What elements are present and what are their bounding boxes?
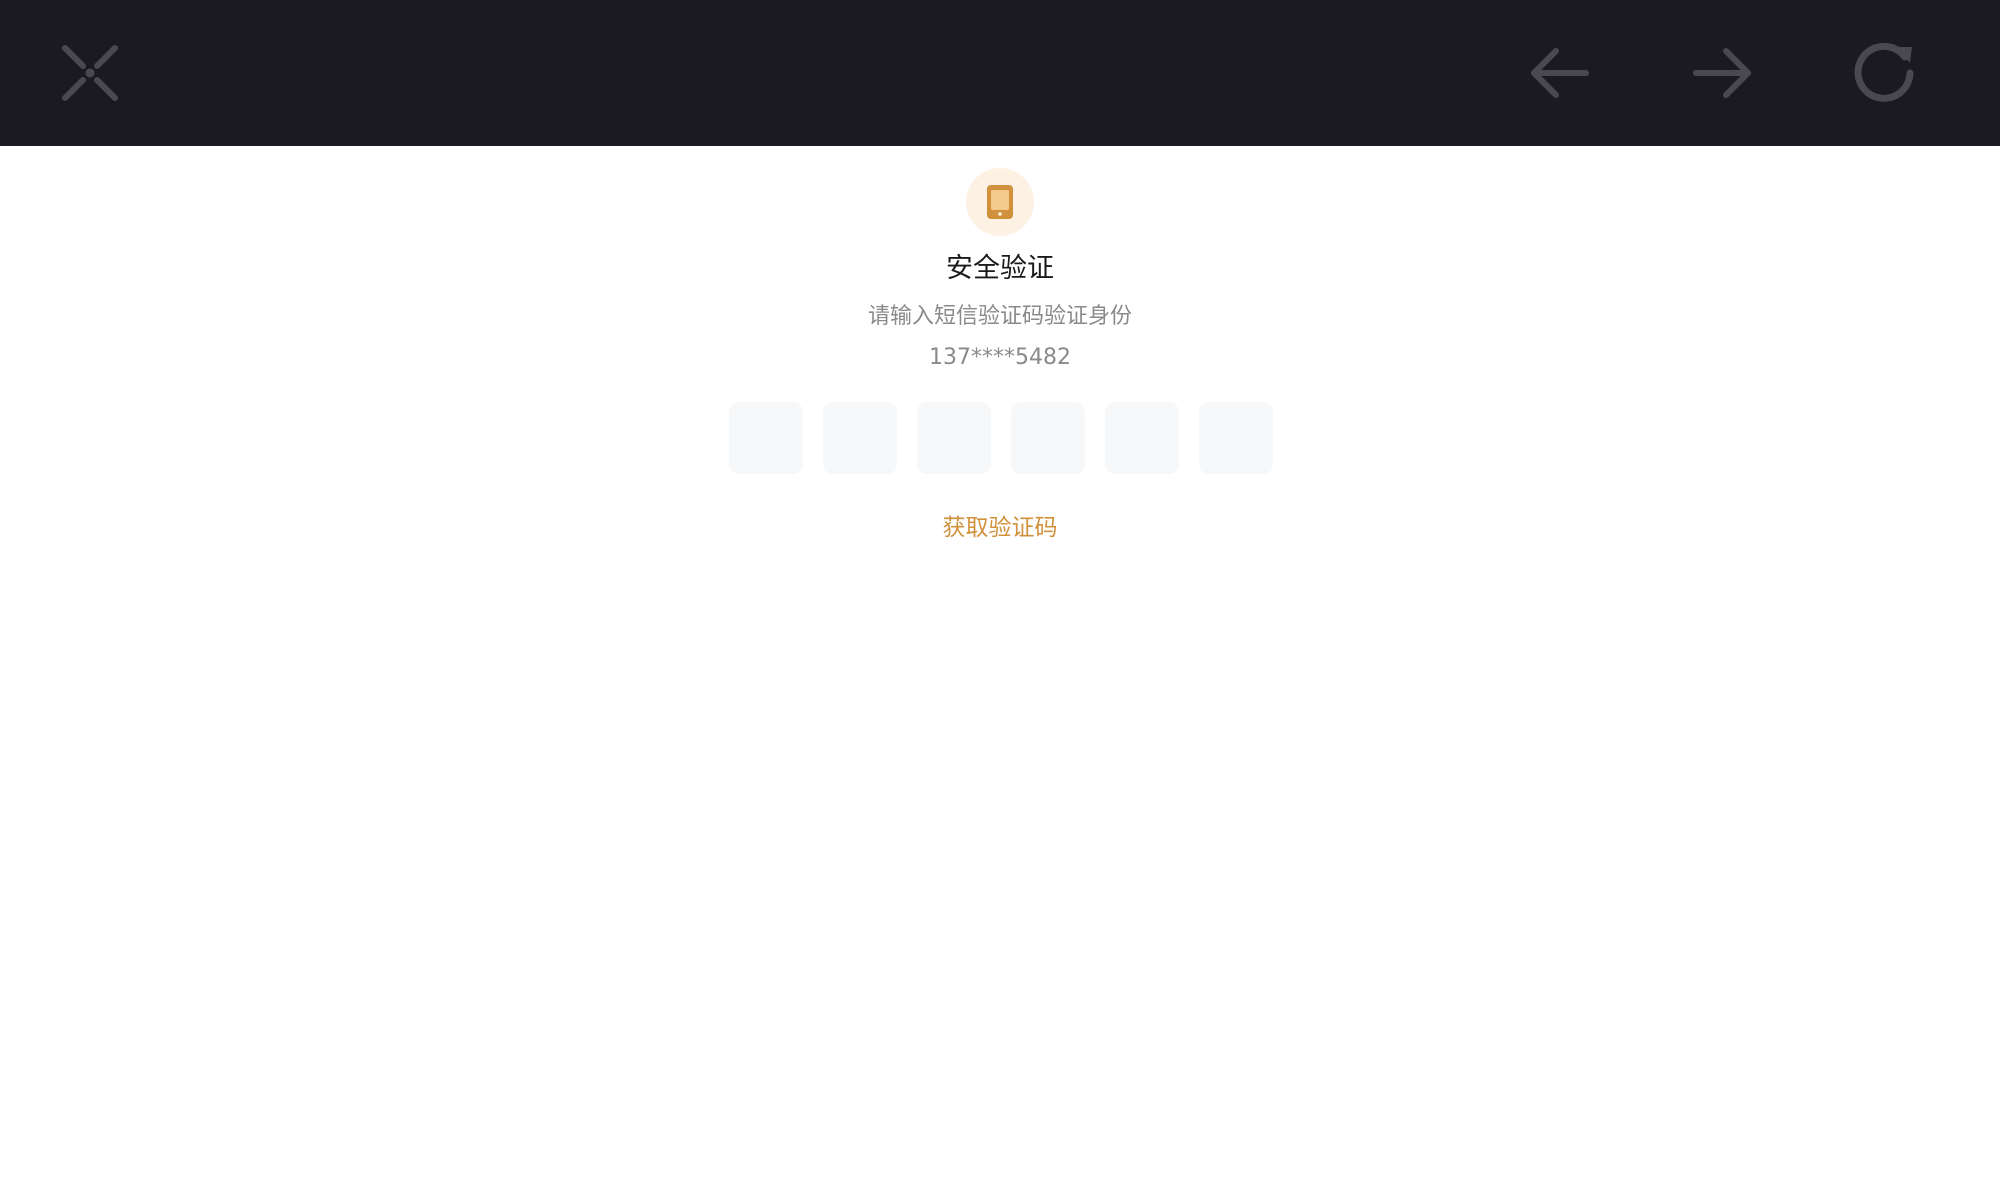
code-input-1[interactable] <box>729 402 803 474</box>
page-title: 安全验证 <box>946 253 1054 284</box>
masked-phone-number: 137****5482 <box>929 345 1071 370</box>
code-input-2[interactable] <box>823 402 897 474</box>
top-toolbar <box>0 0 2000 146</box>
subtitle: 请输入短信验证码验证身份 <box>867 304 1132 329</box>
close-icon <box>62 45 118 101</box>
reload-button[interactable] <box>1848 37 1920 109</box>
code-input-3[interactable] <box>917 402 991 474</box>
reload-icon <box>1854 42 1914 102</box>
close-button[interactable] <box>54 37 126 109</box>
phone-icon-badge <box>966 168 1034 236</box>
code-input-6[interactable] <box>1199 402 1273 474</box>
code-input-row <box>729 402 1273 474</box>
arrow-left-icon <box>1531 48 1589 98</box>
code-input-5[interactable] <box>1105 402 1179 474</box>
code-input-4[interactable] <box>1011 402 1085 474</box>
phone-icon <box>987 185 1013 219</box>
get-code-link[interactable]: 获取验证码 <box>0 508 2000 542</box>
arrow-right-icon <box>1693 48 1751 98</box>
verification-panel: 安全验证 请输入短信验证码验证身份 137****5482 获取验证码 <box>0 146 2000 1200</box>
back-button[interactable] <box>1524 37 1596 109</box>
forward-button[interactable] <box>1686 37 1758 109</box>
